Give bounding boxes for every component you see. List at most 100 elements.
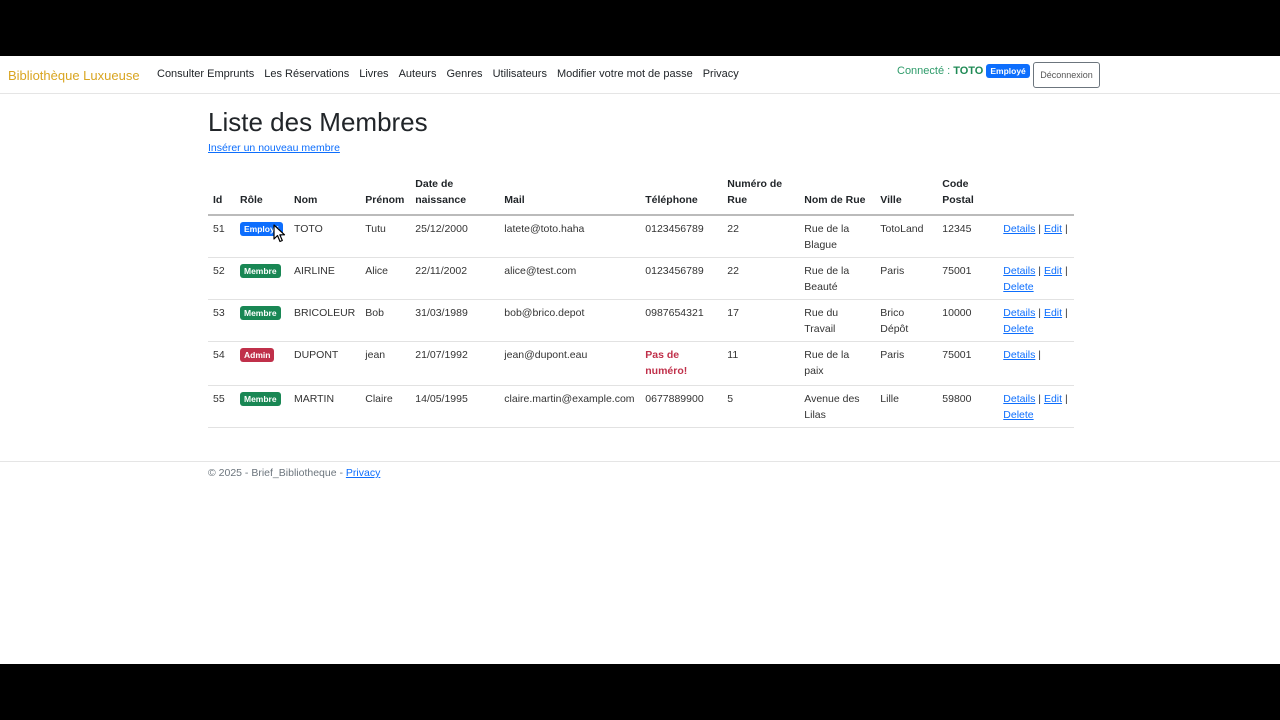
cell-actions: Details | <box>998 341 1074 386</box>
cell-numero-rue: 11 <box>722 341 800 386</box>
details-link[interactable]: Details <box>1003 393 1035 405</box>
delete-link[interactable]: Delete <box>1003 281 1033 293</box>
cell-nom: AIRLINE <box>289 257 361 300</box>
cell-telephone: 0123456789 <box>640 257 723 300</box>
delete-link[interactable]: Delete <box>1003 323 1033 335</box>
cell-numero-rue: 22 <box>722 257 800 300</box>
nav-link-emprunts[interactable]: Consulter Emprunts <box>157 68 254 80</box>
cell-mail: latete@toto.haha <box>499 215 641 258</box>
cell-code-postal: 75001 <box>937 257 999 300</box>
cell-role: Membre <box>235 299 289 342</box>
logout-button[interactable]: Déconnexion <box>1033 62 1100 88</box>
nav-link-change-password[interactable]: Modifier votre mot de passe <box>557 68 693 80</box>
delete-link[interactable]: Delete <box>1003 409 1033 421</box>
details-link[interactable]: Details <box>1003 265 1035 277</box>
members-table: Id Rôle Nom Prénom Date de naissance Mai… <box>208 174 1074 428</box>
footer-copyright: © 2025 - Brief_Bibliotheque - <box>208 467 343 479</box>
main-content: Liste des Membres Insérer un nouveau mem… <box>208 106 1074 428</box>
cell-mail: bob@brico.depot <box>499 299 641 342</box>
header-date-naissance: Date de naissance <box>410 174 500 216</box>
cell-code-postal: 12345 <box>937 215 999 258</box>
user-role-badge: Employé <box>986 64 1030 78</box>
edit-link[interactable]: Edit <box>1044 393 1062 405</box>
nav-links: Consulter Emprunts Les Réservations Livr… <box>157 68 739 80</box>
cell-numero-rue: 17 <box>722 299 800 342</box>
nav-link-privacy[interactable]: Privacy <box>703 68 739 80</box>
cell-ville: Paris <box>875 257 938 300</box>
header-ville: Ville <box>875 174 938 216</box>
header-nom: Nom <box>289 174 361 216</box>
cell-ville: TotoLand <box>875 215 938 258</box>
role-badge: Membre <box>240 264 281 278</box>
cell-nom-rue: Rue du Travail <box>799 299 876 342</box>
cell-ville: Brico Dépôt <box>875 299 938 342</box>
cell-nom-rue: Avenue des Lilas <box>799 385 876 428</box>
cell-prenom: Claire <box>360 385 411 428</box>
table-row: 51 Employé TOTO Tutu 25/12/2000 latete@t… <box>208 215 1074 258</box>
table-header-row: Id Rôle Nom Prénom Date de naissance Mai… <box>208 174 1074 216</box>
edit-link[interactable]: Edit <box>1044 223 1062 235</box>
cell-id: 54 <box>208 341 235 386</box>
header-actions <box>998 174 1074 216</box>
table-row: 53 Membre BRICOLEUR Bob 31/03/1989 bob@b… <box>208 299 1074 342</box>
header-role: Rôle <box>235 174 289 216</box>
table-row: 52 Membre AIRLINE Alice 22/11/2002 alice… <box>208 257 1074 300</box>
create-member-link[interactable]: Insérer un nouveau membre <box>208 142 1074 154</box>
nav-link-genres[interactable]: Genres <box>446 68 482 80</box>
header-prenom: Prénom <box>360 174 411 216</box>
details-link[interactable]: Details <box>1003 223 1035 235</box>
cell-nom-rue: Rue de la Blague <box>799 215 876 258</box>
nav-link-utilisateurs[interactable]: Utilisateurs <box>493 68 547 80</box>
cell-nom: DUPONT <box>289 341 361 386</box>
details-link[interactable]: Details <box>1003 349 1035 361</box>
cell-actions: Details | Edit | Delete <box>998 299 1074 342</box>
connected-label: Connecté : <box>897 65 951 77</box>
cell-numero-rue: 5 <box>722 385 800 428</box>
cell-nom: TOTO <box>289 215 361 258</box>
header-mail: Mail <box>499 174 641 216</box>
username: TOTO <box>953 65 984 77</box>
cell-code-postal: 10000 <box>937 299 999 342</box>
cell-date: 25/12/2000 <box>410 215 500 258</box>
cell-role: Membre <box>235 257 289 300</box>
role-badge: Admin <box>240 348 275 362</box>
browser-viewport: Bibliothèque Luxueuse Consulter Emprunts… <box>0 56 1280 664</box>
edit-link[interactable]: Edit <box>1044 307 1062 319</box>
footer: © 2025 - Brief_Bibliotheque - Privacy <box>0 461 1280 480</box>
cell-date: 31/03/1989 <box>410 299 500 342</box>
cell-prenom: Alice <box>360 257 411 300</box>
details-link[interactable]: Details <box>1003 307 1035 319</box>
cell-telephone: 0123456789 <box>640 215 723 258</box>
cell-id: 55 <box>208 385 235 428</box>
table-row: 54 Admin DUPONT jean 21/07/1992 jean@dup… <box>208 341 1074 386</box>
role-badge: Membre <box>240 392 281 406</box>
role-badge: Membre <box>240 306 281 320</box>
cell-mail: claire.martin@example.com <box>499 385 641 428</box>
cell-prenom: Tutu <box>360 215 411 258</box>
cell-code-postal: 59800 <box>937 385 999 428</box>
cell-date: 22/11/2002 <box>410 257 500 300</box>
cell-numero-rue: 22 <box>722 215 800 258</box>
nav-link-livres[interactable]: Livres <box>359 68 388 80</box>
cell-prenom: jean <box>360 341 411 386</box>
cell-nom-rue: Rue de la Beauté <box>799 257 876 300</box>
nav-link-auteurs[interactable]: Auteurs <box>399 68 437 80</box>
header-numero-rue: Numéro de Rue <box>722 174 800 216</box>
footer-privacy-link[interactable]: Privacy <box>346 467 380 479</box>
cell-nom: MARTIN <box>289 385 361 428</box>
brand-link[interactable]: Bibliothèque Luxueuse <box>8 68 140 83</box>
cell-code-postal: 75001 <box>937 341 999 386</box>
connected-user: Connecté : TOTO Employé <box>897 64 1030 78</box>
header-id: Id <box>208 174 235 216</box>
cell-prenom: Bob <box>360 299 411 342</box>
cell-nom: BRICOLEUR <box>289 299 361 342</box>
navbar: Bibliothèque Luxueuse Consulter Emprunts… <box>0 56 1280 94</box>
header-telephone: Téléphone <box>640 174 723 216</box>
nav-link-reservations[interactable]: Les Réservations <box>264 68 349 80</box>
cell-telephone: 0987654321 <box>640 299 723 342</box>
cell-mail: jean@dupont.eau <box>499 341 641 386</box>
edit-link[interactable]: Edit <box>1044 265 1062 277</box>
cell-date: 21/07/1992 <box>410 341 500 386</box>
mouse-cursor-icon <box>273 224 286 243</box>
cell-mail: alice@test.com <box>499 257 641 300</box>
